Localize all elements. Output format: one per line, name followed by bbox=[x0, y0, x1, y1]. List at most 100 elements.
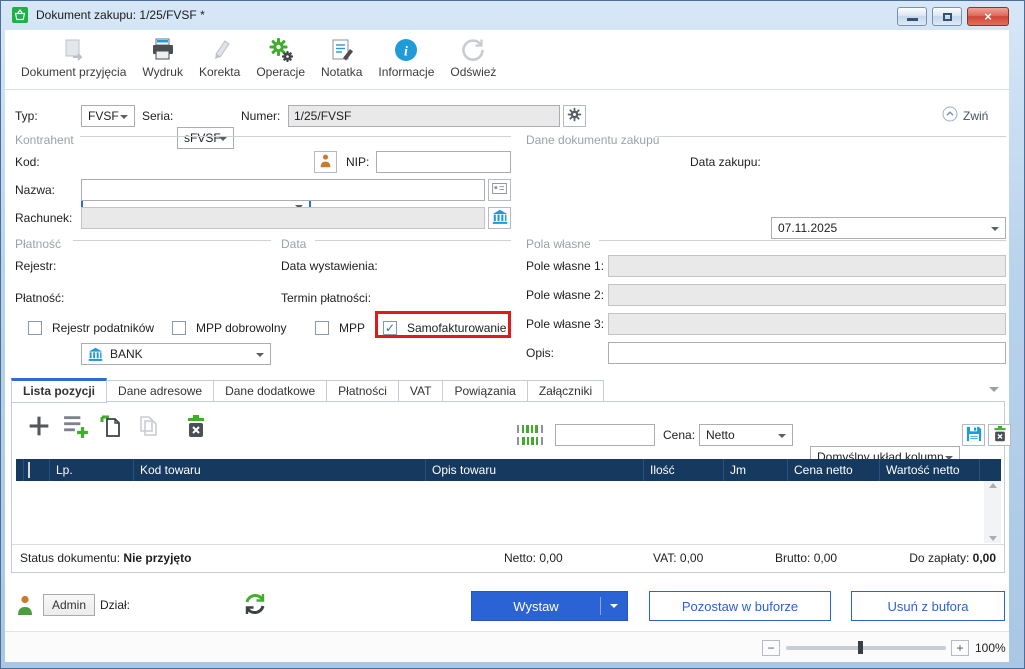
opis-input[interactable] bbox=[608, 342, 1006, 364]
seria-select[interactable]: sFVSF bbox=[177, 127, 234, 149]
contractor-lookup-button[interactable] bbox=[314, 151, 337, 173]
window-title: Dokument zakupu: 1/25/FVSF * bbox=[36, 8, 205, 22]
tab-vat[interactable]: VAT bbox=[398, 380, 444, 402]
dane-zakupu-group-label: Dane dokumentu zakupu bbox=[526, 129, 659, 151]
maximize-icon bbox=[943, 13, 952, 21]
tab-lista-pozycji[interactable]: Lista pozycji bbox=[11, 378, 107, 403]
nazwa-input[interactable] bbox=[81, 179, 485, 201]
column-header-jm[interactable]: Jm bbox=[724, 459, 788, 481]
checkbox-icon: ✓ bbox=[172, 321, 186, 335]
mpp-checkbox[interactable]: ✓ MPP bbox=[315, 317, 365, 339]
collapse-up-icon bbox=[942, 106, 958, 125]
column-header-wartosc-netto[interactable]: Wartość netto bbox=[880, 459, 980, 481]
numer-input[interactable] bbox=[288, 105, 560, 127]
barcode-icon[interactable] bbox=[517, 425, 543, 448]
zoom-in-button[interactable]: + bbox=[951, 640, 969, 656]
positions-toolbar bbox=[28, 414, 206, 441]
tab-platnosci[interactable]: Płatności bbox=[326, 380, 399, 402]
numer-label: Numer: bbox=[241, 105, 280, 127]
title-bar[interactable]: Dokument zakupu: 1/25/FVSF * × bbox=[2, 1, 1023, 29]
tab-strip: Lista pozycji Dane adresowe Dane dodatko… bbox=[11, 378, 603, 402]
paste-position-icon[interactable] bbox=[100, 415, 122, 440]
bottom-status-strip: − + 100% bbox=[5, 631, 1009, 662]
table-scrollbar[interactable] bbox=[984, 481, 1001, 543]
bank-account-button[interactable] bbox=[488, 207, 511, 229]
data-wystawienia-label: Data wystawienia: bbox=[281, 255, 378, 277]
column-header-ilosc[interactable]: Ilość bbox=[644, 459, 724, 481]
typ-select[interactable]: FVSF bbox=[81, 105, 135, 127]
column-header-lp[interactable]: Lp. bbox=[50, 459, 134, 481]
tab-dane-dodatkowe[interactable]: Dane dodatkowe bbox=[213, 380, 327, 402]
position-search-input[interactable] bbox=[555, 424, 655, 446]
rejestr-podatnikow-checkbox[interactable]: ✓ Rejestr podatników bbox=[28, 317, 154, 339]
zoom-out-button[interactable]: − bbox=[762, 640, 780, 656]
chevron-down-icon bbox=[256, 353, 264, 357]
column-header-cena-netto[interactable]: Cena netto bbox=[788, 459, 880, 481]
samofakturowanie-checkbox[interactable]: ✓ Samofakturowanie bbox=[383, 317, 506, 339]
maximize-button[interactable] bbox=[932, 7, 962, 26]
tab-zalaczniki[interactable]: Załączniki bbox=[527, 380, 604, 402]
add-multiple-positions-icon[interactable] bbox=[63, 414, 89, 441]
save-layout-button[interactable] bbox=[962, 424, 985, 446]
refresh-department-icon[interactable] bbox=[243, 592, 267, 619]
scroll-up-icon[interactable] bbox=[989, 483, 997, 488]
user-button[interactable]: Admin bbox=[43, 594, 95, 616]
nazwa-label: Nazwa: bbox=[15, 179, 55, 201]
wystaw-dropdown-icon[interactable] bbox=[601, 604, 627, 608]
toolbar-operacje-button[interactable]: Operacje bbox=[248, 34, 313, 81]
window-content: Dokument przyjęcia Wydruk Korekta bbox=[5, 30, 1009, 662]
scroll-down-icon[interactable] bbox=[989, 536, 997, 541]
toolbar-notatka-button[interactable]: Notatka bbox=[313, 34, 370, 81]
collapse-button[interactable]: Zwiń bbox=[942, 106, 988, 125]
toolbar-wydruk-button[interactable]: Wydruk bbox=[134, 34, 191, 81]
column-header-kod-towaru[interactable]: Kod towaru bbox=[134, 459, 426, 481]
delete-layout-button[interactable] bbox=[988, 424, 1011, 446]
data-zakupu-select[interactable]: 07.11.2025 bbox=[771, 217, 1006, 239]
dane-zakupu-group-line bbox=[655, 136, 1006, 137]
zoom-level: 100% bbox=[975, 637, 1006, 659]
add-position-icon[interactable] bbox=[28, 415, 50, 440]
select-all-checkbox[interactable] bbox=[24, 459, 50, 481]
toolbar-informacje-button[interactable]: i Informacje bbox=[370, 34, 442, 81]
cena-select[interactable]: Netto bbox=[699, 424, 793, 446]
bank-icon bbox=[88, 347, 103, 362]
column-header-opis-towaru[interactable]: Opis towaru bbox=[426, 459, 644, 481]
typ-label: Typ: bbox=[15, 105, 38, 127]
checkbox-icon: ✓ bbox=[383, 321, 397, 335]
vat-label: VAT: bbox=[653, 551, 677, 565]
tab-powiazania[interactable]: Powiązania bbox=[442, 380, 527, 402]
tab-dane-adresowe[interactable]: Dane adresowe bbox=[106, 380, 214, 402]
kod-label: Kod: bbox=[15, 151, 40, 173]
close-button[interactable]: × bbox=[967, 7, 1009, 26]
vat-value: 0,00 bbox=[680, 551, 703, 565]
pozostaw-w-buforze-button[interactable]: Pozostaw w buforze bbox=[649, 591, 831, 621]
zoom-slider-thumb[interactable] bbox=[858, 641, 863, 654]
do-zaplaty-label: Do zapłaty: bbox=[909, 551, 969, 565]
toolbar-dokument-przyjecia-button[interactable]: Dokument przyjęcia bbox=[13, 34, 134, 81]
numbering-settings-button[interactable] bbox=[563, 105, 586, 127]
lista-pozycji-page: Cena: Netto Domyślny układ kolumn bbox=[11, 401, 1005, 573]
address-card-button[interactable] bbox=[488, 179, 511, 201]
toolbar-odswiez-button[interactable]: Odśwież bbox=[442, 34, 504, 81]
toolbar-korekta-button[interactable]: Korekta bbox=[191, 34, 248, 81]
wystaw-button[interactable]: Wystaw bbox=[471, 591, 628, 621]
copy-position-icon[interactable] bbox=[138, 415, 160, 440]
nip-input[interactable] bbox=[376, 151, 511, 173]
usun-z-bufora-button[interactable]: Usuń z bufora bbox=[851, 591, 1005, 621]
zoom-slider[interactable] bbox=[786, 646, 946, 650]
rejestr-select[interactable]: BANK bbox=[81, 343, 271, 365]
minimize-icon bbox=[907, 18, 918, 21]
minimize-button[interactable] bbox=[897, 7, 927, 26]
tab-overflow-icon[interactable] bbox=[989, 387, 999, 392]
positions-table-body[interactable] bbox=[16, 481, 1001, 543]
nip-label: NIP: bbox=[346, 151, 369, 173]
data-zakupu-label: Data zakupu: bbox=[690, 151, 761, 173]
document-receipt-icon bbox=[62, 36, 86, 64]
delete-position-icon[interactable] bbox=[186, 415, 206, 441]
pole-wlasne-1-label: Pole własne 1: bbox=[526, 255, 604, 277]
platnosc-group-label: Płatność bbox=[15, 233, 61, 255]
mpp-dobrowolny-checkbox[interactable]: ✓ MPP dobrowolny bbox=[172, 317, 287, 339]
checkbox-icon: ✓ bbox=[315, 321, 329, 335]
pole-wlasne-3-label: Pole własne 3: bbox=[526, 313, 604, 335]
data-group-line bbox=[315, 240, 511, 241]
